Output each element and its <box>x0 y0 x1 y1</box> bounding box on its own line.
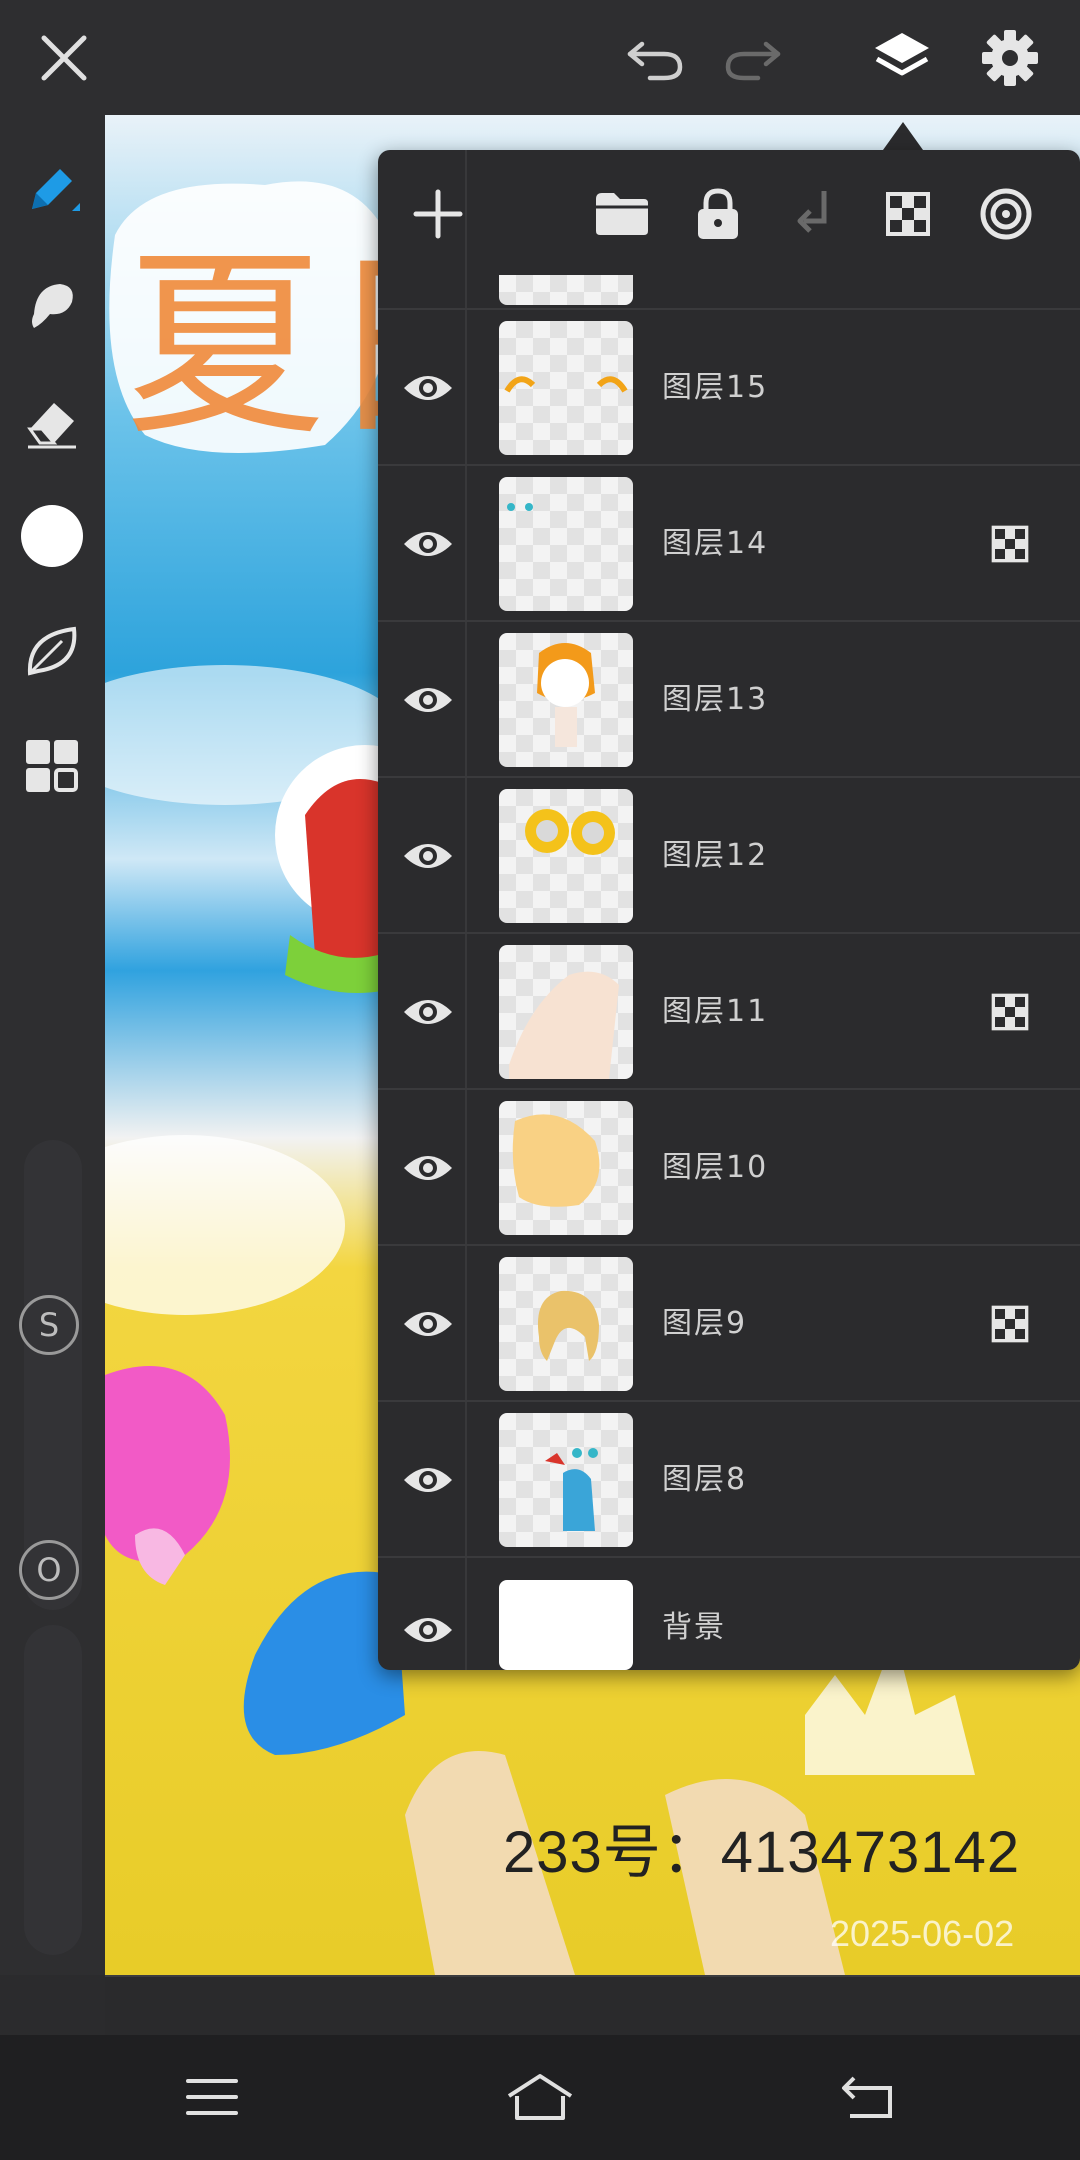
layer-thumbnail <box>499 477 633 611</box>
gear-icon[interactable] <box>974 22 1046 94</box>
alpha-lock-badge-icon <box>991 1305 1029 1343</box>
visibility-eye-icon[interactable] <box>396 824 460 888</box>
smudge-icon[interactable] <box>16 268 88 340</box>
add-layer-icon[interactable] <box>402 178 474 250</box>
clip-mask-icon[interactable] <box>970 178 1042 250</box>
layer-name: 图层12 <box>662 838 769 873</box>
layer-thumbnail-partial <box>499 275 633 305</box>
folder-icon[interactable] <box>586 178 658 250</box>
layer-row[interactable]: 图层9 <box>378 1244 1080 1402</box>
menu-icon[interactable] <box>172 2057 252 2137</box>
layer-name: 图层11 <box>662 994 769 1029</box>
layer-row[interactable]: 图层13 <box>378 620 1080 778</box>
layer-thumbnail <box>499 1257 633 1391</box>
grid-icon[interactable] <box>16 730 88 802</box>
alpha-lock-icon[interactable] <box>872 178 944 250</box>
layer-name: 图层13 <box>662 682 769 717</box>
visibility-eye-icon[interactable] <box>396 1448 460 1512</box>
system-nav-bar <box>0 2035 1080 2160</box>
eraser-icon[interactable] <box>16 385 88 457</box>
opacity-slider[interactable] <box>24 1625 82 1955</box>
layer-thumbnail <box>499 945 633 1079</box>
alpha-lock-badge-icon <box>991 993 1029 1031</box>
layer-row[interactable]: 图层11 <box>378 932 1080 1090</box>
home-icon[interactable] <box>500 2057 580 2137</box>
layer-thumbnail <box>499 321 633 455</box>
visibility-eye-icon[interactable] <box>396 1598 460 1662</box>
visibility-eye-icon[interactable] <box>396 512 460 576</box>
layer-row[interactable]: 图层15 <box>378 308 1080 466</box>
visibility-eye-icon[interactable] <box>396 1136 460 1200</box>
visibility-eye-icon[interactable] <box>396 668 460 732</box>
layer-thumbnail <box>499 1413 633 1547</box>
panel-pointer <box>883 122 923 150</box>
alpha-lock-badge-icon <box>991 525 1029 563</box>
layer-name: 图层15 <box>662 370 769 405</box>
visibility-eye-icon[interactable] <box>396 980 460 1044</box>
brush-size-button[interactable]: S <box>19 1295 79 1355</box>
merge-down-icon[interactable] <box>778 178 850 250</box>
layer-row[interactable]: 图层12 <box>378 776 1080 934</box>
layer-name: 图层10 <box>662 1150 769 1185</box>
layer-thumbnail <box>499 633 633 767</box>
undo-icon[interactable] <box>620 22 692 94</box>
layer-name: 图层9 <box>662 1306 748 1341</box>
close-icon[interactable] <box>28 22 100 94</box>
layer-panel-toolbar <box>378 150 1080 275</box>
layer-row[interactable]: 图层14 <box>378 464 1080 622</box>
layer-name: 图层8 <box>662 1462 748 1497</box>
layer-name: 背景 <box>662 1610 726 1645</box>
leaf-icon[interactable] <box>16 615 88 687</box>
layer-thumbnail <box>499 1580 633 1670</box>
layer-row[interactable]: 图层10 <box>378 1088 1080 1246</box>
layer-row[interactable]: 图层8 <box>378 1400 1080 1558</box>
canvas-date-watermark: 2025-06-02 <box>830 1913 1015 1954</box>
opacity-button[interactable]: O <box>19 1540 79 1600</box>
pen-icon[interactable] <box>16 153 88 225</box>
layer-thumbnail <box>499 789 633 923</box>
layer-name: 图层14 <box>662 526 769 561</box>
layer-thumbnail <box>499 1101 633 1235</box>
layer-panel: 图层15 图层14 图层13 图层12 图层11 图层10 图层9 图层8 背景 <box>378 150 1080 1670</box>
redo-icon[interactable] <box>716 22 788 94</box>
top-toolbar <box>0 0 1080 115</box>
canvas-stamp-text: 233号：413473142 <box>503 1820 1021 1885</box>
color-swatch[interactable] <box>16 500 88 572</box>
back-icon[interactable] <box>828 2057 908 2137</box>
lock-icon[interactable] <box>682 178 754 250</box>
visibility-eye-icon[interactable] <box>396 1292 460 1356</box>
layers-icon[interactable] <box>866 22 938 94</box>
layer-row-background[interactable]: 背景 <box>378 1556 1080 1670</box>
visibility-eye-icon[interactable] <box>396 356 460 420</box>
left-toolbar: S O <box>0 115 105 1975</box>
frame-strip <box>105 1975 1080 2037</box>
